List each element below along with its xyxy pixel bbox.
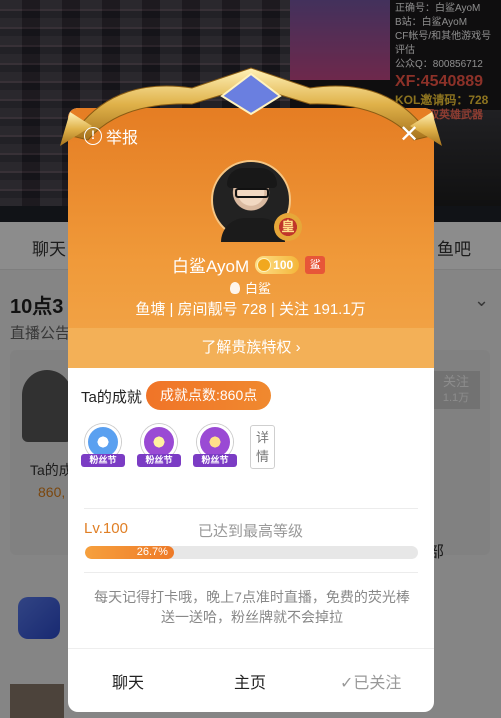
info-icon: ! [84, 127, 102, 145]
room-stats: 鱼塘 | 房间靓号 728 | 关注 191.1万 [135, 301, 366, 318]
medal-ribbon: 粉丝节 [81, 454, 125, 467]
close-icon[interactable]: ✕ [398, 123, 420, 147]
report-button[interactable]: ! 举报 [84, 124, 138, 148]
report-label: 举报 [106, 130, 139, 147]
medal-fans-festival[interactable]: 粉丝节 [81, 424, 125, 472]
fan-level-progress-fill: 26.7% [85, 546, 174, 559]
noble-privilege-link[interactable]: 了解贵族特权 › [68, 330, 434, 366]
level-coin-icon [257, 257, 272, 272]
fan-level-label: Lv.100 [84, 520, 128, 537]
chat-button[interactable]: 聊天 [112, 669, 144, 693]
user-level: 100 [273, 257, 294, 272]
noble-king-icon: 皇 [274, 213, 302, 241]
flame-icon [230, 281, 240, 294]
fans-label: 白鲨 [245, 281, 272, 296]
anchor-tip-text: 每天记得打卡哦，晚上7点准时直播，免费的荧光棒送一送哈，粉丝牌就不会掉拉 [94, 589, 410, 625]
avatar-hair [227, 168, 277, 188]
fan-level-status: 已达到最高等级 [198, 523, 304, 540]
medal-ribbon: 粉丝节 [137, 454, 181, 467]
divider [84, 572, 418, 573]
achievement-detail-button[interactable]: 详情 [250, 425, 275, 469]
profile-card-footer: 聊天 主页 ✓已关注 [68, 648, 434, 712]
user-name: 白鲨AyoM [172, 257, 250, 276]
medal-ribbon: 粉丝节 [193, 454, 237, 467]
divider [84, 508, 418, 509]
medal-fans-festival[interactable]: 粉丝节 [193, 424, 237, 472]
achievement-label: Ta的成就 [81, 389, 142, 406]
avatar-glasses [235, 188, 269, 198]
homepage-button[interactable]: 主页 [234, 669, 266, 693]
user-name-row: 白鲨AyoM 100 鲨 [172, 252, 326, 277]
medal-fans-festival[interactable]: 粉丝节 [137, 424, 181, 472]
fans-badge: 白鲨 [230, 278, 271, 297]
user-level-badge: 100 [255, 255, 300, 274]
shark-badge: 鲨 [305, 255, 326, 274]
achievement-points-badge[interactable]: 成就点数:860点 [146, 381, 272, 410]
fan-level-progress: 26.7% [85, 546, 418, 559]
followed-button[interactable]: ✓已关注 [340, 669, 401, 693]
